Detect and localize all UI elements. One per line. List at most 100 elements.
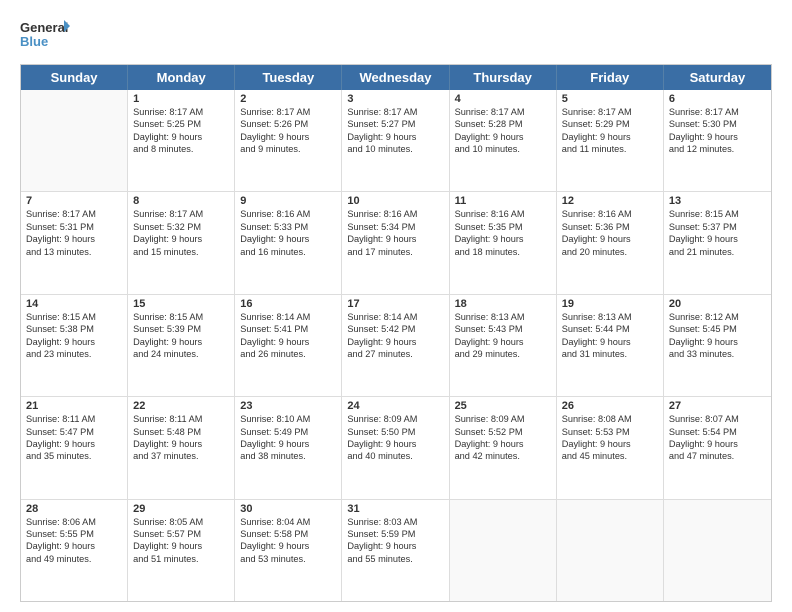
day-info: Sunrise: 8:13 AM Sunset: 5:44 PM Dayligh… bbox=[562, 311, 658, 361]
day-cell: 8Sunrise: 8:17 AM Sunset: 5:32 PM Daylig… bbox=[128, 192, 235, 293]
day-info: Sunrise: 8:17 AM Sunset: 5:27 PM Dayligh… bbox=[347, 106, 443, 156]
day-number: 2 bbox=[240, 93, 336, 105]
day-info: Sunrise: 8:16 AM Sunset: 5:36 PM Dayligh… bbox=[562, 208, 658, 258]
calendar: SundayMondayTuesdayWednesdayThursdayFrid… bbox=[20, 64, 772, 602]
day-number: 14 bbox=[26, 298, 122, 310]
day-cell bbox=[21, 90, 128, 191]
day-info: Sunrise: 8:17 AM Sunset: 5:31 PM Dayligh… bbox=[26, 208, 122, 258]
day-header-saturday: Saturday bbox=[664, 65, 771, 90]
day-number: 30 bbox=[240, 503, 336, 515]
day-cell: 1Sunrise: 8:17 AM Sunset: 5:25 PM Daylig… bbox=[128, 90, 235, 191]
day-info: Sunrise: 8:12 AM Sunset: 5:45 PM Dayligh… bbox=[669, 311, 766, 361]
day-cell: 2Sunrise: 8:17 AM Sunset: 5:26 PM Daylig… bbox=[235, 90, 342, 191]
day-number: 27 bbox=[669, 400, 766, 412]
day-number: 22 bbox=[133, 400, 229, 412]
day-number: 5 bbox=[562, 93, 658, 105]
day-number: 31 bbox=[347, 503, 443, 515]
day-info: Sunrise: 8:17 AM Sunset: 5:26 PM Dayligh… bbox=[240, 106, 336, 156]
day-cell: 13Sunrise: 8:15 AM Sunset: 5:37 PM Dayli… bbox=[664, 192, 771, 293]
week-row-3: 14Sunrise: 8:15 AM Sunset: 5:38 PM Dayli… bbox=[21, 295, 771, 397]
day-info: Sunrise: 8:15 AM Sunset: 5:39 PM Dayligh… bbox=[133, 311, 229, 361]
day-info: Sunrise: 8:14 AM Sunset: 5:41 PM Dayligh… bbox=[240, 311, 336, 361]
day-info: Sunrise: 8:17 AM Sunset: 5:28 PM Dayligh… bbox=[455, 106, 551, 156]
day-info: Sunrise: 8:17 AM Sunset: 5:25 PM Dayligh… bbox=[133, 106, 229, 156]
day-info: Sunrise: 8:08 AM Sunset: 5:53 PM Dayligh… bbox=[562, 413, 658, 463]
day-info: Sunrise: 8:07 AM Sunset: 5:54 PM Dayligh… bbox=[669, 413, 766, 463]
day-header-tuesday: Tuesday bbox=[235, 65, 342, 90]
day-number: 13 bbox=[669, 195, 766, 207]
day-cell: 7Sunrise: 8:17 AM Sunset: 5:31 PM Daylig… bbox=[21, 192, 128, 293]
day-info: Sunrise: 8:09 AM Sunset: 5:50 PM Dayligh… bbox=[347, 413, 443, 463]
svg-text:Blue: Blue bbox=[20, 34, 48, 49]
day-number: 9 bbox=[240, 195, 336, 207]
day-cell: 19Sunrise: 8:13 AM Sunset: 5:44 PM Dayli… bbox=[557, 295, 664, 396]
day-info: Sunrise: 8:06 AM Sunset: 5:55 PM Dayligh… bbox=[26, 516, 122, 566]
day-cell bbox=[664, 500, 771, 601]
day-info: Sunrise: 8:17 AM Sunset: 5:29 PM Dayligh… bbox=[562, 106, 658, 156]
day-cell: 16Sunrise: 8:14 AM Sunset: 5:41 PM Dayli… bbox=[235, 295, 342, 396]
day-number: 12 bbox=[562, 195, 658, 207]
day-info: Sunrise: 8:13 AM Sunset: 5:43 PM Dayligh… bbox=[455, 311, 551, 361]
day-cell: 24Sunrise: 8:09 AM Sunset: 5:50 PM Dayli… bbox=[342, 397, 449, 498]
day-info: Sunrise: 8:15 AM Sunset: 5:38 PM Dayligh… bbox=[26, 311, 122, 361]
day-number: 29 bbox=[133, 503, 229, 515]
day-cell: 17Sunrise: 8:14 AM Sunset: 5:42 PM Dayli… bbox=[342, 295, 449, 396]
day-info: Sunrise: 8:16 AM Sunset: 5:35 PM Dayligh… bbox=[455, 208, 551, 258]
day-number: 18 bbox=[455, 298, 551, 310]
day-cell: 3Sunrise: 8:17 AM Sunset: 5:27 PM Daylig… bbox=[342, 90, 449, 191]
day-cell: 27Sunrise: 8:07 AM Sunset: 5:54 PM Dayli… bbox=[664, 397, 771, 498]
logo: General Blue bbox=[20, 18, 70, 54]
day-cell: 6Sunrise: 8:17 AM Sunset: 5:30 PM Daylig… bbox=[664, 90, 771, 191]
day-cell: 21Sunrise: 8:11 AM Sunset: 5:47 PM Dayli… bbox=[21, 397, 128, 498]
day-cell: 28Sunrise: 8:06 AM Sunset: 5:55 PM Dayli… bbox=[21, 500, 128, 601]
day-cell bbox=[557, 500, 664, 601]
day-number: 1 bbox=[133, 93, 229, 105]
day-number: 19 bbox=[562, 298, 658, 310]
week-row-4: 21Sunrise: 8:11 AM Sunset: 5:47 PM Dayli… bbox=[21, 397, 771, 499]
day-number: 20 bbox=[669, 298, 766, 310]
day-number: 24 bbox=[347, 400, 443, 412]
day-number: 7 bbox=[26, 195, 122, 207]
week-row-5: 28Sunrise: 8:06 AM Sunset: 5:55 PM Dayli… bbox=[21, 500, 771, 601]
day-cell: 30Sunrise: 8:04 AM Sunset: 5:58 PM Dayli… bbox=[235, 500, 342, 601]
day-cell: 29Sunrise: 8:05 AM Sunset: 5:57 PM Dayli… bbox=[128, 500, 235, 601]
day-cell bbox=[450, 500, 557, 601]
day-cell: 9Sunrise: 8:16 AM Sunset: 5:33 PM Daylig… bbox=[235, 192, 342, 293]
day-cell: 4Sunrise: 8:17 AM Sunset: 5:28 PM Daylig… bbox=[450, 90, 557, 191]
day-info: Sunrise: 8:16 AM Sunset: 5:34 PM Dayligh… bbox=[347, 208, 443, 258]
svg-text:General: General bbox=[20, 20, 68, 35]
day-cell: 22Sunrise: 8:11 AM Sunset: 5:48 PM Dayli… bbox=[128, 397, 235, 498]
day-header-wednesday: Wednesday bbox=[342, 65, 449, 90]
day-header-sunday: Sunday bbox=[21, 65, 128, 90]
day-info: Sunrise: 8:05 AM Sunset: 5:57 PM Dayligh… bbox=[133, 516, 229, 566]
logo-svg: General Blue bbox=[20, 18, 70, 54]
day-cell: 11Sunrise: 8:16 AM Sunset: 5:35 PM Dayli… bbox=[450, 192, 557, 293]
week-row-1: 1Sunrise: 8:17 AM Sunset: 5:25 PM Daylig… bbox=[21, 90, 771, 192]
week-row-2: 7Sunrise: 8:17 AM Sunset: 5:31 PM Daylig… bbox=[21, 192, 771, 294]
day-number: 11 bbox=[455, 195, 551, 207]
day-cell: 14Sunrise: 8:15 AM Sunset: 5:38 PM Dayli… bbox=[21, 295, 128, 396]
day-number: 15 bbox=[133, 298, 229, 310]
day-number: 21 bbox=[26, 400, 122, 412]
day-info: Sunrise: 8:03 AM Sunset: 5:59 PM Dayligh… bbox=[347, 516, 443, 566]
day-cell: 15Sunrise: 8:15 AM Sunset: 5:39 PM Dayli… bbox=[128, 295, 235, 396]
day-cell: 12Sunrise: 8:16 AM Sunset: 5:36 PM Dayli… bbox=[557, 192, 664, 293]
day-info: Sunrise: 8:04 AM Sunset: 5:58 PM Dayligh… bbox=[240, 516, 336, 566]
day-header-thursday: Thursday bbox=[450, 65, 557, 90]
day-number: 16 bbox=[240, 298, 336, 310]
day-number: 25 bbox=[455, 400, 551, 412]
day-number: 23 bbox=[240, 400, 336, 412]
page: General Blue SundayMondayTuesdayWednesda… bbox=[0, 0, 792, 612]
day-cell: 10Sunrise: 8:16 AM Sunset: 5:34 PM Dayli… bbox=[342, 192, 449, 293]
day-cell: 23Sunrise: 8:10 AM Sunset: 5:49 PM Dayli… bbox=[235, 397, 342, 498]
calendar-body: 1Sunrise: 8:17 AM Sunset: 5:25 PM Daylig… bbox=[21, 90, 771, 601]
day-info: Sunrise: 8:14 AM Sunset: 5:42 PM Dayligh… bbox=[347, 311, 443, 361]
day-cell: 5Sunrise: 8:17 AM Sunset: 5:29 PM Daylig… bbox=[557, 90, 664, 191]
day-number: 17 bbox=[347, 298, 443, 310]
header: General Blue bbox=[20, 18, 772, 54]
day-header-friday: Friday bbox=[557, 65, 664, 90]
day-cell: 31Sunrise: 8:03 AM Sunset: 5:59 PM Dayli… bbox=[342, 500, 449, 601]
day-info: Sunrise: 8:15 AM Sunset: 5:37 PM Dayligh… bbox=[669, 208, 766, 258]
day-number: 3 bbox=[347, 93, 443, 105]
day-number: 8 bbox=[133, 195, 229, 207]
